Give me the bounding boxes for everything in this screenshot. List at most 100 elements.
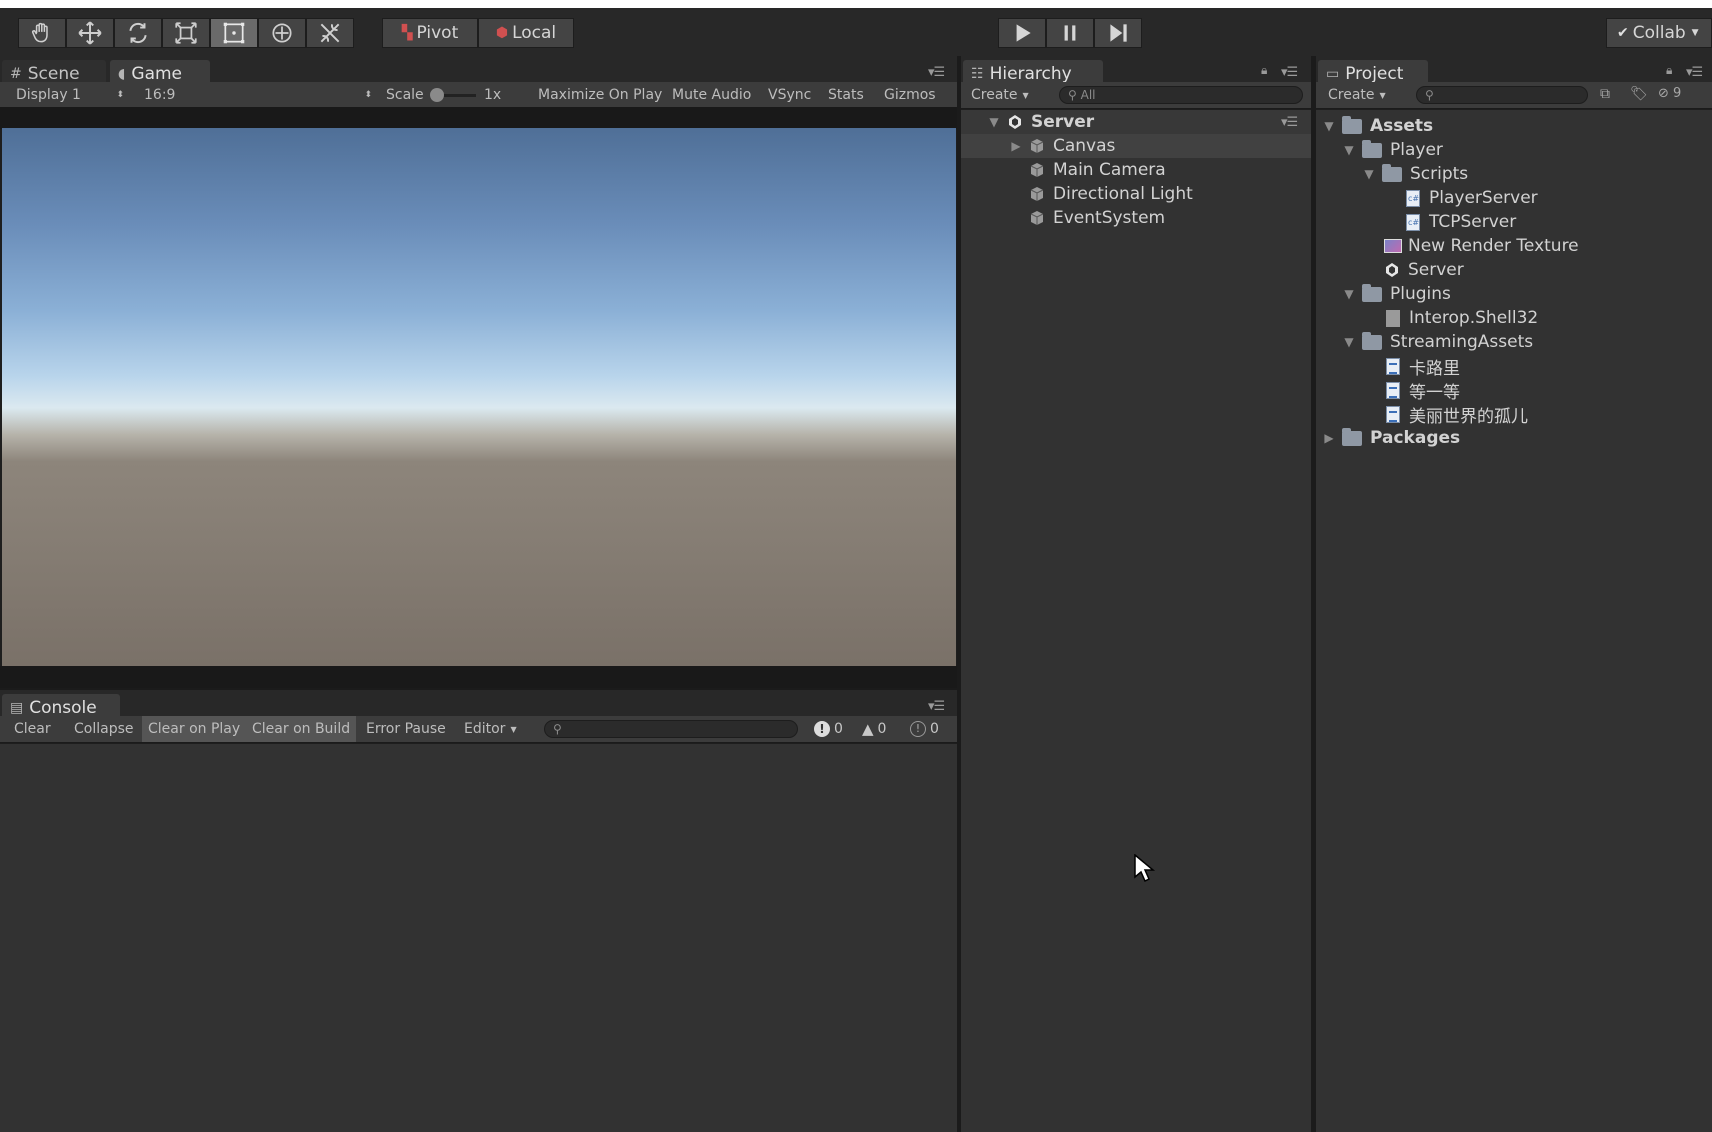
expand-arrow-icon[interactable]: ▼ xyxy=(1342,143,1356,157)
project-folder-streamingassets[interactable]: ▼ StreamingAssets xyxy=(1342,330,1533,354)
panel-splitter[interactable] xyxy=(1311,56,1316,1132)
item-label: 卡路里 xyxy=(1409,358,1460,379)
item-label: EventSystem xyxy=(1053,208,1166,228)
gameobject-cube-icon xyxy=(1030,187,1044,201)
project-file-text-2[interactable]: 等一等 xyxy=(1386,378,1460,403)
transform-tool-button[interactable] xyxy=(258,18,306,48)
project-file-tcpserver[interactable]: TCPServer xyxy=(1406,210,1516,234)
rect-transform-icon xyxy=(223,22,245,44)
scale-tool-button[interactable] xyxy=(162,18,210,48)
scale-slider-thumb[interactable] xyxy=(430,88,444,102)
error-pause-button[interactable]: Error Pause xyxy=(360,716,452,742)
text-file-icon xyxy=(1386,405,1400,423)
rect-tool-button[interactable] xyxy=(210,18,258,48)
project-file-new-render-texture[interactable]: New Render Texture xyxy=(1384,234,1579,258)
hierarchy-item-main-camera[interactable]: Main Camera xyxy=(961,158,1166,182)
console-toolbar: Clear Collapse Clear on Play Clear on Bu… xyxy=(0,716,957,743)
mute-audio-toggle[interactable]: Mute Audio xyxy=(666,82,757,108)
project-create-dropdown[interactable]: Create ▼ xyxy=(1322,82,1392,108)
game-view-toolbar: Display 1 ⬍ 16:9 ⬍ Scale 1x Maximize On … xyxy=(0,82,957,109)
console-icon: ▤ xyxy=(10,699,24,716)
dropdown-arrow-icon: ▼ xyxy=(1691,28,1699,38)
expand-arrow-icon[interactable]: ▼ xyxy=(987,115,1001,129)
local-label: Local xyxy=(512,23,557,43)
collapse-button[interactable]: Collapse xyxy=(68,716,140,742)
project-search-input[interactable]: ⚲ xyxy=(1416,86,1588,104)
panel-splitter[interactable] xyxy=(957,56,961,1132)
rotate-tool-button[interactable] xyxy=(114,18,162,48)
panel-splitter[interactable] xyxy=(0,688,957,690)
expand-arrow-icon[interactable]: ▼ xyxy=(1362,167,1376,181)
hierarchy-create-dropdown[interactable]: Create ▼ xyxy=(965,82,1035,108)
editor-label: Editor xyxy=(464,721,506,737)
item-label: TCPServer xyxy=(1429,212,1517,232)
clear-button[interactable]: Clear xyxy=(8,716,57,742)
expand-arrow-icon[interactable]: ▶ xyxy=(1009,139,1023,153)
item-label: StreamingAssets xyxy=(1390,332,1534,352)
filter-by-type-icon[interactable]: ⧉ xyxy=(1600,86,1610,102)
expand-arrow-icon[interactable]: ▼ xyxy=(1342,335,1356,349)
log-counter[interactable]: ! 0 xyxy=(814,719,843,739)
maximize-on-play-toggle[interactable]: Maximize On Play xyxy=(532,82,668,108)
project-file-server-scene[interactable]: Server xyxy=(1384,258,1464,282)
filter-by-label-icon[interactable]: 🏷︎ xyxy=(1630,86,1648,102)
panel-menu-icon[interactable]: ▾☰ xyxy=(928,699,945,714)
editor-dropdown[interactable]: Editor ▼ xyxy=(458,716,523,742)
project-file-playerserver[interactable]: PlayerServer xyxy=(1406,186,1538,210)
warning-counter[interactable]: ▲ 0 xyxy=(862,719,886,739)
project-folder-plugins[interactable]: ▼ Plugins xyxy=(1342,282,1451,306)
vsync-toggle[interactable]: VSync xyxy=(762,82,817,108)
dll-plugin-icon xyxy=(1386,309,1400,327)
move-tool-button[interactable] xyxy=(66,18,114,48)
pause-button[interactable] xyxy=(1046,18,1094,48)
hierarchy-toolbar: Create ▼ ⚲ All xyxy=(961,82,1311,109)
hidden-packages-toggle[interactable]: ⊘ 9 xyxy=(1658,86,1681,101)
dropdown-arrow-icon: ▼ xyxy=(510,724,517,734)
project-folder-assets[interactable]: ▼ Assets xyxy=(1322,114,1433,138)
search-icon: ⚲ xyxy=(553,722,562,736)
gizmos-toggle[interactable]: Gizmos xyxy=(878,82,942,108)
clear-on-play-button[interactable]: Clear on Play xyxy=(142,716,247,742)
pivot-button[interactable]: ▚ Pivot xyxy=(382,18,478,48)
hand-tool-button[interactable] xyxy=(18,18,66,48)
project-folder-packages[interactable]: ▶ Packages xyxy=(1322,426,1460,450)
pivot-icon: ▚ xyxy=(401,25,413,41)
lock-icon[interactable]: 🔒︎ xyxy=(1666,63,1672,78)
hierarchy-item-canvas[interactable]: ▶ Canvas xyxy=(961,134,1311,158)
step-button[interactable] xyxy=(1094,18,1142,48)
game-view-render[interactable] xyxy=(2,128,956,666)
scene-menu-icon[interactable]: ▾☰ xyxy=(1281,115,1298,130)
panel-menu-icon[interactable]: ▾☰ xyxy=(1686,65,1703,80)
lock-icon[interactable]: 🔒︎ xyxy=(1261,63,1267,78)
display-select[interactable]: Display 1 ⬍ xyxy=(10,82,130,108)
expand-arrow-icon[interactable]: ▼ xyxy=(1342,287,1356,301)
project-folder-scripts[interactable]: ▼ Scripts xyxy=(1362,162,1468,186)
hierarchy-item-directional-light[interactable]: Directional Light xyxy=(961,182,1193,206)
panel-menu-icon[interactable]: ▾☰ xyxy=(928,65,945,80)
hierarchy-search-input[interactable]: ⚲ All xyxy=(1059,86,1303,104)
collab-button[interactable]: ✔ Collab ▼ xyxy=(1606,18,1712,48)
updown-icon: ⬍ xyxy=(116,90,124,100)
project-file-text-3[interactable]: 美丽世界的孤儿 xyxy=(1386,402,1528,427)
aspect-select[interactable]: 16:9 ⬍ xyxy=(138,82,378,108)
project-file-text-1[interactable]: 卡路里 xyxy=(1386,354,1460,379)
play-button[interactable] xyxy=(998,18,1046,48)
project-folder-player[interactable]: ▼ Player xyxy=(1342,138,1443,162)
unity-scene-icon xyxy=(1009,115,1021,129)
updown-icon: ⬍ xyxy=(364,90,372,100)
console-log-area[interactable] xyxy=(0,744,957,1132)
scene-root-row[interactable]: ▼ Server ▾☰ xyxy=(961,110,1311,134)
expand-arrow-icon[interactable]: ▼ xyxy=(1322,119,1336,133)
local-button[interactable]: ⬢ Local xyxy=(478,18,574,48)
stats-toggle[interactable]: Stats xyxy=(822,82,870,108)
custom-tool-button[interactable] xyxy=(306,18,354,48)
error-counter[interactable]: ! 0 xyxy=(910,719,939,739)
scale-icon xyxy=(175,22,197,44)
panel-menu-icon[interactable]: ▾☰ xyxy=(1281,65,1298,80)
expand-arrow-icon[interactable]: ▶ xyxy=(1322,431,1336,445)
clear-on-build-button[interactable]: Clear on Build xyxy=(246,716,357,742)
console-search-input[interactable]: ⚲ xyxy=(544,720,798,738)
collab-group: ✔ Collab ▼ xyxy=(1606,18,1712,48)
project-file-interop-shell32[interactable]: Interop.Shell32 xyxy=(1386,306,1538,330)
hierarchy-item-eventsystem[interactable]: EventSystem xyxy=(961,206,1165,230)
